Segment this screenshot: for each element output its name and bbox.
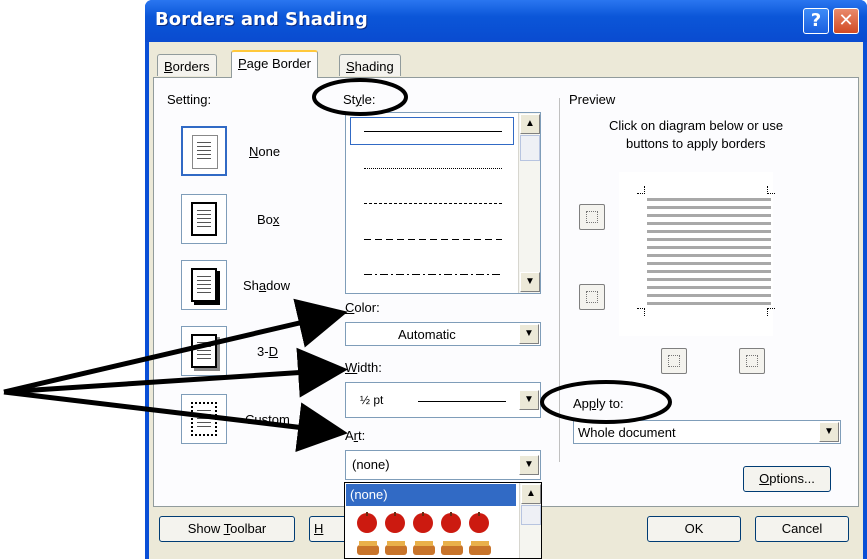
style-solid-line[interactable] [364, 131, 502, 132]
setting-box-label[interactable]: Box [257, 212, 279, 227]
help-button[interactable]: ? [803, 8, 829, 34]
show-toolbar-button[interactable]: Show Toolbar [159, 516, 295, 542]
color-label: Color: [345, 300, 380, 315]
style-label: Style: [343, 92, 376, 107]
art-value: (none) [352, 457, 390, 472]
tab-page-border[interactable]: Page Border [231, 50, 318, 78]
top-border-icon [586, 211, 598, 223]
left-border-button[interactable] [661, 348, 687, 374]
width-line-sample [418, 401, 506, 402]
setting-custom-icon[interactable] [181, 394, 227, 444]
options-button[interactable]: Options... [743, 466, 831, 492]
preview-divider [559, 98, 560, 462]
chevron-down-icon[interactable]: ▼ [519, 390, 539, 410]
art-option-none[interactable]: (none) [346, 484, 516, 506]
close-button[interactable]: ✕ [833, 8, 859, 34]
setting-label: Setting: [167, 92, 212, 107]
cancel-button[interactable]: Cancel [755, 516, 849, 542]
tab-borders[interactable]: Borders [157, 54, 217, 76]
style-dash-dot-line[interactable] [364, 274, 502, 275]
preview-instruction-2: buttons to apply borders [626, 136, 766, 151]
style-listbox[interactable]: ▲ ▼ [345, 112, 541, 294]
chevron-down-icon[interactable]: ▼ [519, 455, 539, 475]
title-bar[interactable]: Borders and Shading ? ✕ [145, 0, 867, 42]
art-option-cakes[interactable] [355, 539, 505, 557]
width-value: ½ pt [360, 393, 384, 407]
preview-diagram[interactable] [619, 172, 775, 336]
color-value: Automatic [398, 327, 456, 342]
top-border-button[interactable] [579, 204, 605, 230]
page-icon [191, 334, 217, 368]
page-icon [191, 402, 217, 436]
setting-box-icon[interactable] [181, 194, 227, 244]
chevron-down-icon[interactable]: ▼ [519, 324, 539, 344]
art-list-scrollbar[interactable]: ▲ [519, 483, 541, 558]
art-dropdown[interactable]: (none) ▼ [345, 450, 541, 480]
art-label: Art: [345, 428, 366, 443]
setting-3d-icon[interactable] [181, 326, 227, 376]
left-border-icon [668, 355, 680, 367]
page-icon [191, 268, 217, 302]
apply-to-dropdown[interactable]: Whole document ▼ [573, 420, 841, 444]
style-long-dash-line[interactable] [364, 239, 502, 240]
scroll-up-icon[interactable]: ▲ [520, 114, 540, 134]
width-label: Width: [345, 360, 382, 375]
scroll-up-icon[interactable]: ▲ [521, 484, 541, 504]
color-dropdown[interactable]: Automatic ▼ [345, 322, 541, 346]
setting-shadow-icon[interactable] [181, 260, 227, 310]
setting-none-label[interactable]: None [249, 144, 280, 159]
chevron-down-icon[interactable]: ▼ [819, 422, 839, 442]
scroll-down-icon[interactable]: ▼ [520, 272, 540, 292]
right-border-icon [746, 355, 758, 367]
right-border-button[interactable] [739, 348, 765, 374]
preview-label: Preview [569, 92, 616, 107]
style-scrollbar[interactable]: ▲ ▼ [518, 113, 540, 293]
setting-custom-label[interactable]: Custom [245, 412, 290, 427]
setting-none-icon[interactable] [181, 126, 227, 176]
setting-shadow-label[interactable]: Shadow [243, 278, 290, 293]
setting-3d-label[interactable]: 3-D [257, 344, 278, 359]
borders-and-shading-dialog: Borders and Shading ? ✕ Borders Page Bor… [145, 0, 867, 559]
apply-to-value: Whole document [578, 425, 676, 440]
apples-art-icon [357, 512, 489, 533]
bottom-border-button[interactable] [579, 284, 605, 310]
scroll-thumb[interactable] [521, 505, 541, 525]
apply-to-label: Apply to: [573, 396, 624, 411]
width-dropdown[interactable]: ½ pt ▼ [345, 382, 541, 418]
art-dropdown-list[interactable]: (none) ▲ [344, 482, 542, 559]
page-icon [192, 135, 218, 169]
preview-instruction-1: Click on diagram below or use [609, 118, 784, 133]
style-dotted-line[interactable] [364, 168, 502, 169]
scroll-thumb[interactable] [520, 135, 540, 161]
dialog-title: Borders and Shading [155, 9, 368, 30]
bottom-border-icon [586, 291, 598, 303]
tab-shading[interactable]: Shading [339, 54, 401, 76]
ok-button[interactable]: OK [647, 516, 741, 542]
preview-text-lines [647, 198, 771, 308]
horizontal-line-button[interactable]: H [309, 516, 349, 542]
page-icon [191, 202, 217, 236]
style-dashed-line[interactable] [364, 203, 502, 204]
cakes-art-icon [357, 541, 491, 555]
art-option-apples[interactable] [355, 511, 505, 535]
dialog-client-area: Borders Page Border Shading Setting: Non… [149, 42, 863, 559]
